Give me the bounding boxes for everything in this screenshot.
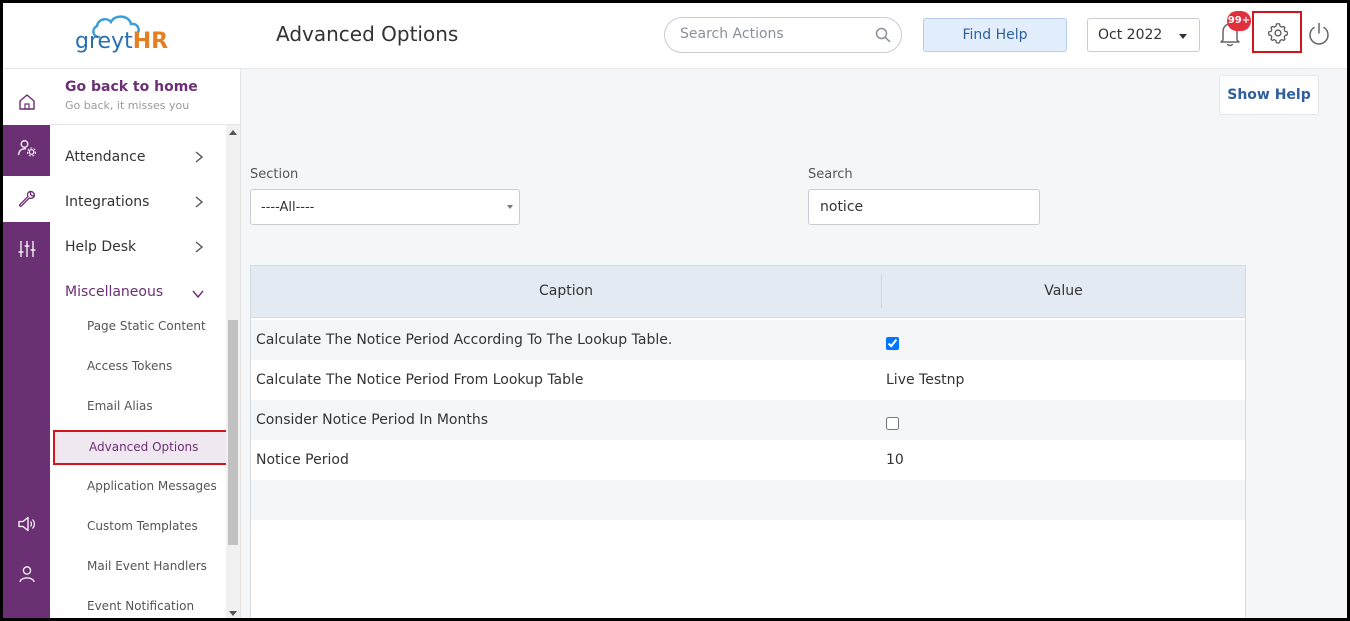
table-row: Notice Period 10 [251,440,1245,480]
rail-announcements-button[interactable] [3,501,50,547]
month-select[interactable]: Oct 2022 [1087,18,1200,52]
submenu-item-label: Mail Event Handlers [87,559,207,573]
rail-people-settings-button[interactable] [3,125,50,171]
search-input[interactable] [808,189,1040,225]
sidebar-item-label: Attendance [65,149,146,165]
section-select[interactable]: ----All---- [250,189,520,225]
search-actions-box[interactable] [664,17,902,53]
submenu-item-label: Page Static Content [87,319,206,333]
page-title: Advanced Options [276,22,459,46]
power-icon[interactable] [1306,21,1332,47]
user-settings-icon [17,140,36,157]
submenu-item-access-tokens[interactable]: Access Tokens [50,348,226,388]
caret-down-icon [1179,34,1187,39]
row-caption: Consider Notice Period In Months [256,412,489,428]
sidebar-item-label: Miscellaneous [65,284,164,300]
sidebar-item-label: Integrations [65,194,150,210]
logo-text-hr: HR [132,29,169,54]
column-header-caption: Caption [538,283,594,299]
submenu-item-application-messages[interactable]: Application Messages [50,468,226,508]
notification-badge: 99+ [1227,11,1251,31]
submenu-item-label: Advanced Options [89,440,199,454]
sidebar-item-attendance[interactable]: Attendance [50,136,226,181]
go-back-home-title: Go back to home [65,79,198,95]
submenu-item-custom-templates[interactable]: Custom Templates [50,508,226,548]
submenu-item-mail-event-handlers[interactable]: Mail Event Handlers [50,548,226,588]
row-caption: Calculate The Notice Period According To… [256,332,673,348]
chevron-right-icon [195,241,204,253]
options-table: Caption Value Calculate The Notice Perio… [250,265,1246,618]
column-header-value: Value [1044,283,1083,299]
submenu-item-label: Application Messages [87,479,217,493]
submenu-item-label: Custom Templates [87,519,198,533]
go-back-home-link[interactable]: Go back to home Go back, it misses you [50,69,241,125]
user-icon [18,566,35,583]
caret-down-icon [507,205,513,209]
scrollbar-thumb[interactable] [228,320,238,545]
go-back-home-subtitle: Go back, it misses you [65,99,190,112]
row-value[interactable]: 10 [886,452,904,468]
table-row-empty [251,480,1245,520]
submenu-item-advanced-options[interactable]: Advanced Options [53,430,226,465]
section-label: Section [250,167,299,182]
home-icon [18,94,35,110]
wrench-icon [18,190,35,207]
sidebar-scrollbar[interactable] [226,125,240,618]
sliders-icon [18,241,35,257]
table-row: Consider Notice Period In Months [251,400,1245,440]
table-row: Calculate The Notice Period According To… [251,320,1245,360]
submenu-item-event-notification[interactable]: Event Notification [50,588,226,618]
rail-tools-button[interactable] [3,176,50,222]
submenu-item-label: Email Alias [87,399,153,413]
row-value[interactable]: Live Testnp [886,372,964,388]
row-caption: Calculate The Notice Period From Lookup … [256,372,584,388]
table-row: Calculate The Notice Period From Lookup … [251,360,1245,400]
show-help-button[interactable]: Show Help [1219,75,1319,115]
chevron-right-icon [195,151,204,163]
app-frame: greytHR Advanced Options Find Help Oct 2… [0,0,1350,621]
rail-controls-button[interactable] [3,226,50,272]
brand-logo[interactable]: greytHR [75,29,168,54]
gear-icon [1268,23,1288,44]
sidebar-item-integrations[interactable]: Integrations [50,181,226,226]
table-header: Caption Value [251,266,1245,318]
logo-text-grey: greyt [75,29,133,54]
rail-home-button[interactable] [3,79,50,125]
submenu-item-label: Event Notification [87,599,195,613]
submenu-item-email-alias[interactable]: Email Alias [50,388,226,428]
row-value-checkbox[interactable] [886,417,899,430]
rail-profile-button[interactable] [3,551,50,597]
search-label: Search [808,167,853,182]
section-select-value: ----All---- [261,200,315,215]
month-select-value: Oct 2022 [1098,27,1163,43]
speaker-icon [17,516,35,532]
sidebar: Go back to home Go back, it misses you A… [50,69,241,618]
sidebar-item-help-desk[interactable]: Help Desk [50,226,226,271]
row-value-checkbox[interactable] [886,337,899,350]
scroll-down-arrow-icon[interactable] [229,611,237,616]
chevron-down-icon [192,290,204,299]
settings-button[interactable] [1252,11,1302,53]
submenu-item-page-static-content[interactable]: Page Static Content [50,308,226,348]
search-actions-input[interactable] [680,26,870,42]
find-help-button[interactable]: Find Help [923,18,1067,52]
top-header: greytHR Advanced Options Find Help Oct 2… [3,3,1347,69]
search-icon[interactable] [875,27,891,43]
chevron-right-icon [195,196,204,208]
submenu-item-label: Access Tokens [87,359,173,373]
row-caption: Notice Period [256,452,349,468]
sidebar-item-label: Help Desk [65,239,137,255]
module-rail [3,69,50,618]
sidebar-menu: Attendance Integrations Help Desk Miscel… [50,125,226,618]
scroll-up-arrow-icon[interactable] [229,130,237,135]
